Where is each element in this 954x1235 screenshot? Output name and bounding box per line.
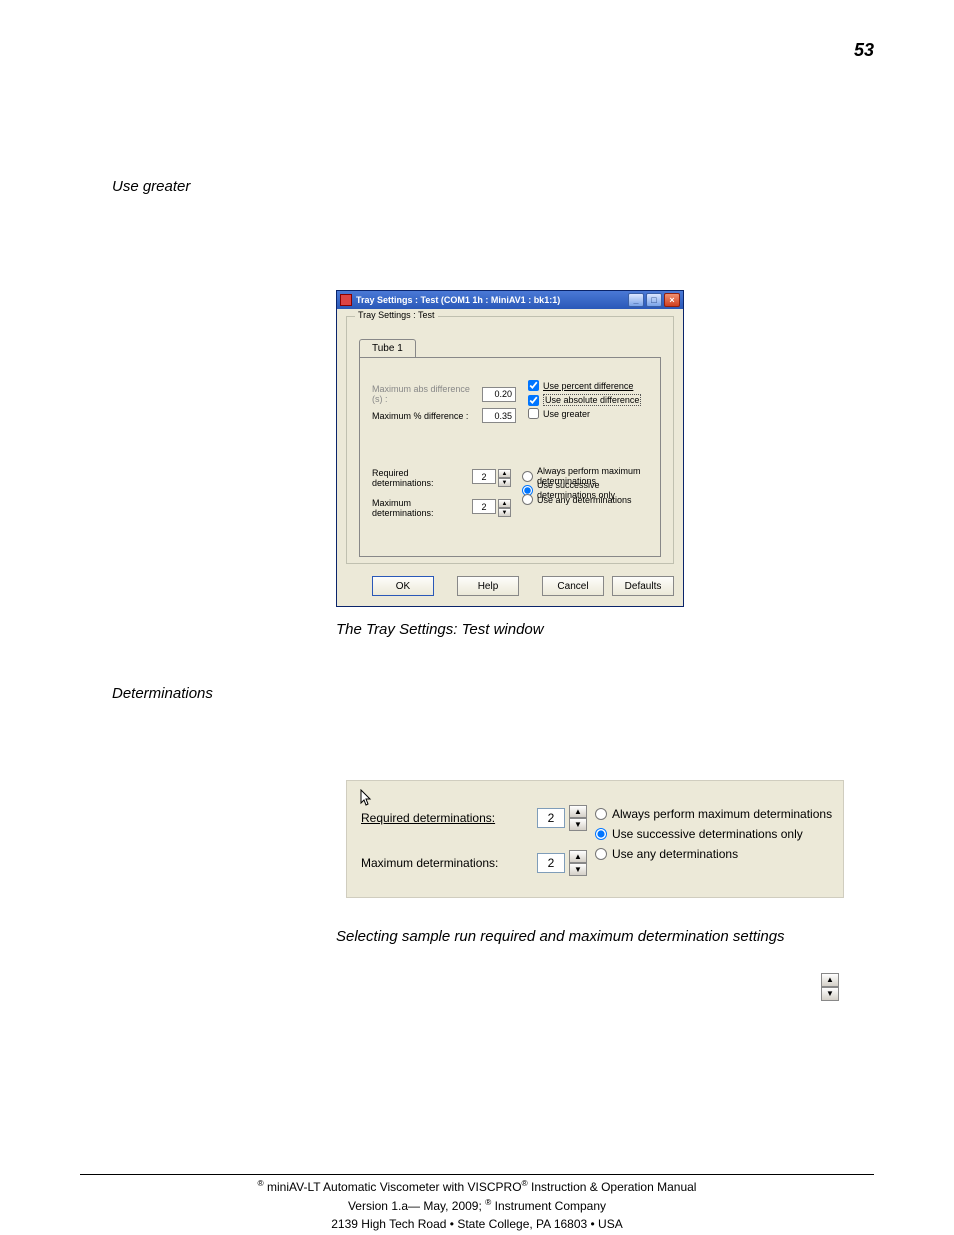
radio-any-label: Use any determinations	[537, 495, 632, 505]
panel-radio-any-label: Use any determinations	[612, 847, 738, 861]
use-absolute-label: Use absolute difference	[543, 394, 641, 406]
spin-down-icon[interactable]: ▼	[569, 863, 587, 876]
dialog-title: Tray Settings : Test (COM1 1h : MiniAV1 …	[356, 295, 560, 305]
page-number: 53	[854, 40, 874, 61]
required-determ-label: Required determinations:	[372, 468, 472, 488]
required-determ-value[interactable]	[472, 469, 496, 484]
tab-tube-1[interactable]: Tube 1	[359, 339, 416, 357]
footer-line-2b: Instrument Company	[491, 1199, 606, 1213]
spin-down-icon[interactable]: ▼	[498, 508, 511, 517]
max-pct-diff-label: Maximum % difference :	[372, 411, 482, 421]
close-button[interactable]: ×	[664, 293, 680, 307]
defaults-button[interactable]: Defaults	[612, 576, 674, 596]
footer-line-1b: Instruction & Operation Manual	[528, 1180, 697, 1194]
spin-up-icon[interactable]: ▲	[498, 499, 511, 508]
spin-up-icon: ▲	[821, 973, 839, 987]
page-footer: ® miniAV-LT Automatic Viscometer with VI…	[0, 1177, 954, 1235]
panel-maximum-label: Maximum determinations:	[361, 856, 521, 870]
spin-up-icon[interactable]: ▲	[569, 850, 587, 863]
maximum-determ-spinner[interactable]: ▲ ▼	[472, 499, 511, 517]
maximize-button[interactable]: □	[646, 293, 662, 307]
tray-settings-dialog: Tray Settings : Test (COM1 1h : MiniAV1 …	[336, 290, 684, 607]
groupbox-title: Tray Settings : Test	[355, 310, 438, 320]
panel-radio-successive[interactable]: Use successive determinations only	[595, 827, 803, 841]
dialog-titlebar: Tray Settings : Test (COM1 1h : MiniAV1 …	[337, 291, 683, 309]
panel-radio-always[interactable]: Always perform maximum determinations	[595, 807, 832, 821]
panel-radio-successive-label: Use successive determinations only	[612, 827, 803, 841]
footer-line-3: 2139 High Tech Road • State College, PA …	[0, 1215, 954, 1233]
use-percent-checkbox[interactable]: Use percent difference	[528, 380, 633, 391]
panel-required-value[interactable]	[537, 808, 565, 828]
maximum-determ-label: Maximum determinations:	[372, 498, 472, 518]
panel-radio-any[interactable]: Use any determinations	[595, 847, 738, 861]
use-percent-label: Use percent difference	[543, 381, 633, 391]
cursor-icon	[359, 789, 373, 807]
cancel-button[interactable]: Cancel	[542, 576, 604, 596]
spin-up-icon[interactable]: ▲	[498, 469, 511, 478]
panel-maximum-value[interactable]	[537, 853, 565, 873]
max-abs-diff-input[interactable]	[482, 387, 516, 402]
caption-determinations: Selecting sample run required and maximu…	[336, 928, 785, 945]
panel-required-label: Required determinations:	[361, 811, 521, 825]
spin-up-icon[interactable]: ▲	[569, 805, 587, 818]
heading-determinations: Determinations	[112, 685, 213, 702]
app-icon	[340, 294, 352, 306]
heading-use-greater: Use greater	[112, 178, 190, 195]
panel-maximum-spinner[interactable]: ▲ ▼	[537, 850, 587, 876]
radio-any[interactable]: Use any determinations	[522, 494, 632, 505]
max-abs-diff-label: Maximum abs difference (s) :	[372, 384, 482, 404]
max-pct-diff-input[interactable]	[482, 408, 516, 423]
caption-tray-settings: The Tray Settings: Test window	[336, 621, 544, 638]
required-determ-spinner[interactable]: ▲ ▼	[472, 469, 511, 487]
maximum-determ-value[interactable]	[472, 499, 496, 514]
tray-settings-groupbox: Tray Settings : Test Tube 1 Maximum abs …	[346, 316, 674, 564]
determinations-panel: Required determinations: ▲ ▼ Maximum det…	[346, 780, 844, 898]
spinner-button-illustration: ▲ ▼	[821, 973, 839, 1001]
spin-down-icon: ▼	[821, 987, 839, 1001]
use-greater-checkbox[interactable]: Use greater	[528, 408, 590, 419]
tab-panel: Maximum abs difference (s) : Maximum % d…	[359, 357, 661, 557]
panel-radio-always-label: Always perform maximum determinations	[612, 807, 832, 821]
help-button[interactable]: Help	[457, 576, 519, 596]
use-greater-label: Use greater	[543, 409, 590, 419]
ok-button[interactable]: OK	[372, 576, 434, 596]
footer-rule	[80, 1174, 874, 1175]
footer-line-1a: miniAV-LT Automatic Viscometer with VISC…	[264, 1180, 522, 1194]
panel-required-spinner[interactable]: ▲ ▼	[537, 805, 587, 831]
spin-down-icon[interactable]: ▼	[569, 818, 587, 831]
spin-down-icon[interactable]: ▼	[498, 478, 511, 487]
minimize-button[interactable]: _	[628, 293, 644, 307]
use-absolute-checkbox[interactable]: Use absolute difference	[528, 394, 641, 406]
footer-line-2a: Version 1.a— May, 2009;	[348, 1199, 485, 1213]
